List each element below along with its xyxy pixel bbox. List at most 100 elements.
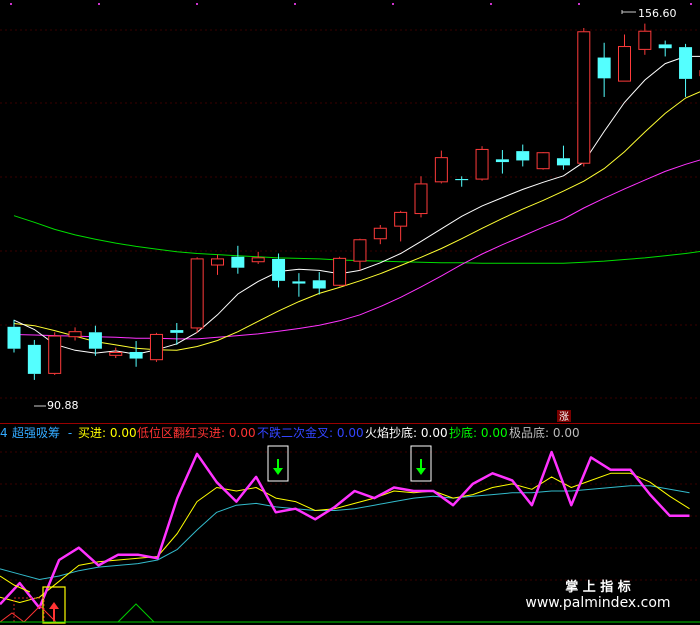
candle [455,176,469,187]
candle-body [597,57,611,79]
period-tick [196,3,198,5]
candle-body [7,326,21,349]
candle [353,238,367,271]
down-arrow-icon [273,468,283,475]
candle-body [658,44,672,49]
candle [434,150,448,184]
indicator-header: 4 超强吸筹 - 买进: 0.00 低位区翻红买进: 0.00 不跌二次金叉: … [0,425,580,440]
candle [109,347,123,359]
candle-body [190,258,204,329]
candle-body [536,152,550,170]
buy-value: 0.00 [110,426,137,440]
green-zone-triangle [117,603,155,623]
candle [618,34,631,82]
candle [475,146,489,181]
period-tick [392,3,394,5]
candle-body [353,239,367,262]
candle [394,210,408,242]
period-tick [490,3,492,5]
candle-body [495,159,509,163]
down-arrow-icon [416,468,426,475]
period-tick [578,3,580,5]
candle [495,150,509,174]
period-tick [294,3,296,5]
candle [7,319,21,353]
candle [597,42,611,97]
candle [88,325,102,356]
ma-line-ma5 [13,55,700,355]
candle [556,145,570,170]
candle [679,43,693,97]
up-arrow-icon [49,602,59,609]
candle [27,339,41,380]
watermark-url: www.palmindex.com [525,595,670,611]
candle [211,254,224,275]
candle [312,272,326,295]
low-zone-buy-label: 低位区翻红买进: [137,425,225,440]
period-tick [98,3,100,5]
candle [373,225,387,245]
candle-body [333,257,347,286]
candle-body [475,148,489,180]
candle-body [373,227,387,240]
candle-body [251,257,265,263]
candle-body [129,351,143,359]
watermark-title: 掌 上 指 标 [565,579,631,595]
ma-line-ma10 [13,91,700,351]
candle [149,332,163,362]
candle-body [556,158,570,166]
candle [658,40,672,57]
period-tick [10,3,12,5]
bottom-fish-value: 0.00 [481,426,508,440]
candle-body [638,30,652,50]
premium-bottom-label: 极品底: [509,425,549,440]
chart-canvas: 156.60 90.88 涨 4 超强吸筹 - 买进: 0.00 低位区翻红买进… [0,3,700,624]
candle [251,251,265,264]
indicator-name-dash: - [68,426,72,440]
candle [536,152,550,170]
limit-up-badge: 涨 [559,411,569,423]
flame-bottom-value: 0.00 [421,426,448,440]
candle [68,327,82,341]
candle [414,176,428,218]
candle [48,332,62,375]
candle-body [211,258,224,266]
second-cross-value: 0.00 [337,426,364,440]
candle-body [149,333,163,361]
indicator-period: 4 [0,426,8,440]
candle [638,23,652,55]
candle-body [434,157,448,183]
buy-label: 买进: [78,426,106,440]
bottom-fish-label: 抄底: [449,425,477,440]
candle-body [414,183,428,215]
premium-bottom-value: 0.00 [553,426,580,440]
candle-body [48,335,62,374]
candle-body [170,330,184,333]
high-price-label: 156.60 [638,7,677,20]
candle [333,256,347,287]
low-zone-buy-value: 0.00 [229,426,256,440]
candle-body [679,47,693,79]
stock-chart-stage: 156.60 90.88 涨 4 超强吸筹 - 买进: 0.00 低位区翻红买进… [0,0,700,625]
candle [516,144,530,167]
indicator-name: 超强吸筹 [12,425,60,440]
candle-body [577,31,591,164]
red-zone-line [0,605,57,623]
candle-body [27,344,41,374]
candle-body [312,280,326,289]
period-tick [690,3,692,5]
candle-body [516,151,530,161]
candle-body [272,258,286,281]
candle-body [68,331,82,338]
candle-body [231,256,245,268]
candle [272,253,286,288]
candle-body [394,211,408,227]
second-cross-label: 不跌二次金叉: [257,425,333,440]
candle [577,27,591,167]
candle-body [455,179,469,181]
candle [231,245,245,274]
candle [129,341,143,367]
candle-body [109,351,123,356]
candle-body [292,281,306,284]
low-price-label: 90.88 [47,399,79,412]
